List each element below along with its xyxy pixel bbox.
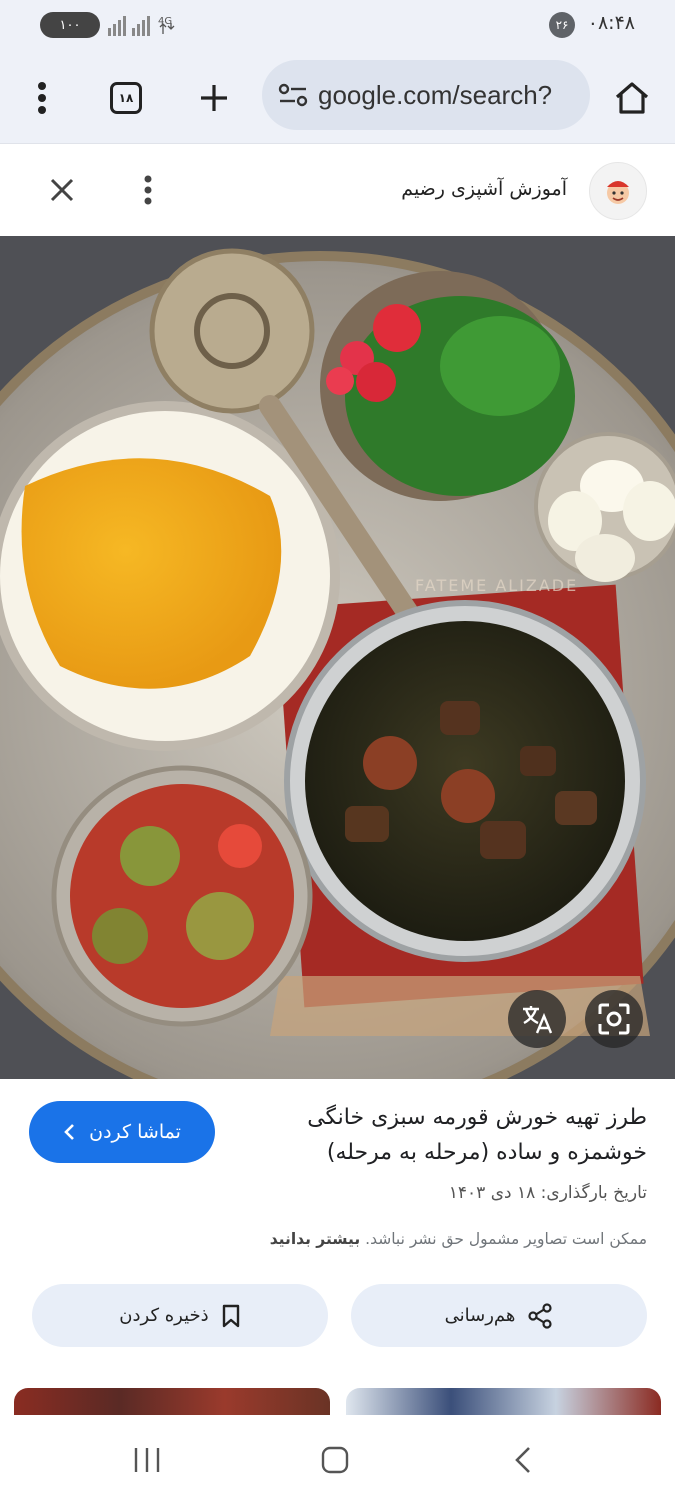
close-button[interactable]: [38, 166, 86, 214]
close-icon: [50, 178, 74, 202]
chef-logo-icon: [607, 181, 629, 204]
chevron-left-icon: [64, 1124, 75, 1140]
watch-button[interactable]: تماشا کردن: [29, 1101, 215, 1163]
source-site-name[interactable]: آموزش آشپزی رضیم: [401, 178, 567, 200]
site-favicon[interactable]: [589, 162, 647, 220]
tab-count: ۱۸: [118, 91, 134, 105]
upload-date: تاریخ بارگذاری: ۱۸ دی ۱۴۰۳: [448, 1183, 647, 1203]
related-image-thumbnail[interactable]: [14, 1388, 330, 1415]
save-label: ذخیره کردن: [119, 1305, 209, 1326]
kebab-menu-icon: [38, 82, 46, 114]
url-text[interactable]: google.com/search?: [318, 80, 552, 111]
battery-indicator: ۱۰۰: [40, 12, 100, 38]
translate-button[interactable]: [508, 990, 566, 1048]
browser-toolbar: ۱۸ google.com/search?: [0, 52, 675, 144]
home-icon: [615, 82, 649, 114]
recent-apps-button[interactable]: [122, 1440, 172, 1480]
tabs-icon: ۱۸: [110, 82, 142, 114]
result-title[interactable]: طرز تهیه خورش قورمه سبزی خانگی خوشمزه و …: [267, 1100, 647, 1170]
address-bar[interactable]: google.com/search?: [262, 60, 590, 130]
notification-badge: ۲۶: [549, 12, 575, 38]
home-nav-icon: [321, 1446, 349, 1474]
result-image[interactable]: FATEME ALIZADE: [0, 236, 675, 1079]
home-button[interactable]: [608, 74, 656, 122]
image-source-header: آموزش آشپزی رضیم: [0, 146, 675, 236]
clock: ۰۸:۴۸: [587, 12, 635, 34]
system-navigation-bar: [0, 1416, 675, 1500]
share-label: هم‌رسانی: [444, 1305, 516, 1326]
share-icon: [528, 1302, 552, 1329]
kebab-menu-icon: [144, 175, 152, 205]
share-button[interactable]: هم‌رسانی: [351, 1284, 647, 1347]
more-options-button[interactable]: [124, 166, 172, 214]
translate-icon: [523, 1006, 553, 1034]
watermark-text: FATEME ALIZADE: [415, 576, 578, 595]
home-nav-button[interactable]: [310, 1440, 360, 1480]
copyright-text: ممکن است تصاویر مشمول حق نشر نباشد.: [365, 1230, 647, 1248]
lens-search-button[interactable]: [585, 990, 643, 1048]
watch-label: تماشا کردن: [89, 1121, 181, 1143]
site-settings-icon[interactable]: [278, 82, 308, 108]
food-photo: FATEME ALIZADE: [0, 236, 675, 1079]
signal-icon: 4G: [108, 16, 175, 36]
new-tab-button[interactable]: [190, 74, 238, 122]
back-icon: [515, 1447, 530, 1473]
status-bar: ۱۰۰ 4G ۲۶ ۰۸:۴۸: [0, 0, 675, 52]
save-button[interactable]: ذخیره کردن: [32, 1284, 328, 1347]
related-image-thumbnail[interactable]: [346, 1388, 661, 1415]
lens-icon: [598, 1003, 630, 1035]
menu-button[interactable]: [18, 74, 66, 122]
copyright-notice: ممکن است تصاویر مشمول حق نشر نباشد. بیشت…: [270, 1230, 647, 1248]
tab-switcher-button[interactable]: ۱۸: [102, 74, 150, 122]
recent-apps-icon: [134, 1448, 160, 1472]
back-button[interactable]: [498, 1440, 548, 1480]
plus-icon: [201, 85, 227, 111]
bookmark-icon: [222, 1304, 239, 1327]
learn-more-link[interactable]: بیشتر بدانید: [270, 1230, 360, 1248]
